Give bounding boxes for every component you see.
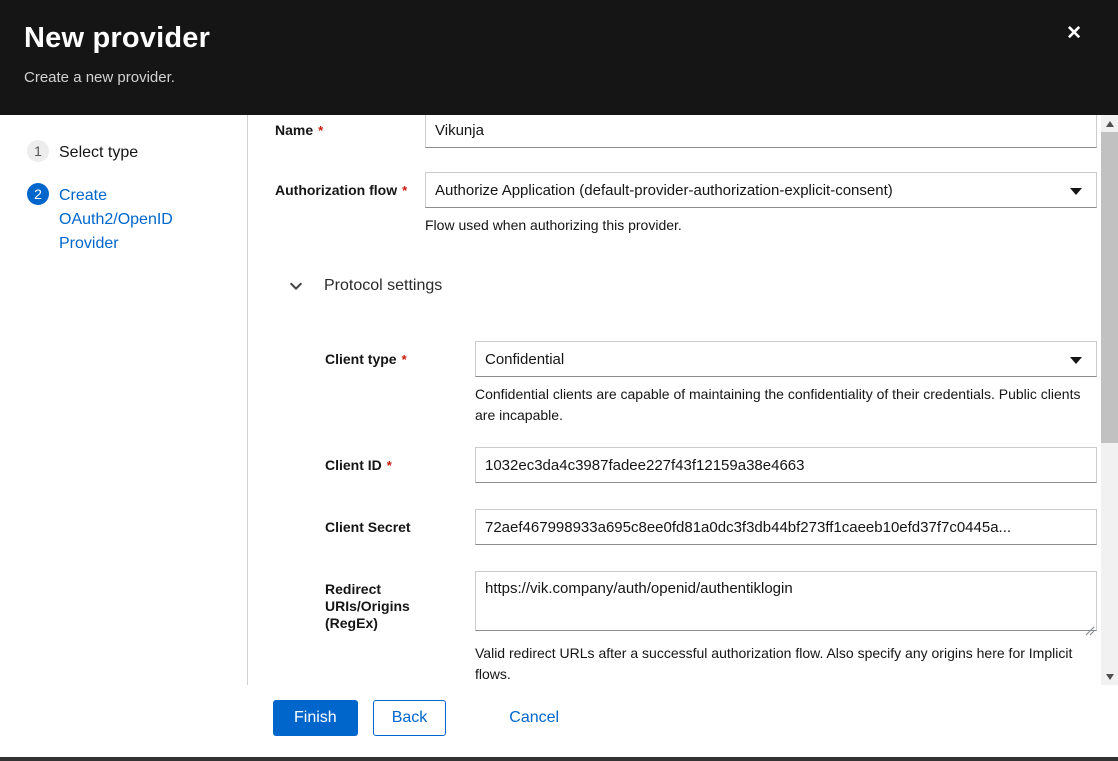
client-type-row: Client type* Confidential Confidential c… bbox=[325, 341, 1097, 426]
caret-down-icon bbox=[1070, 357, 1082, 364]
wizard-step-label: Create OAuth2/OpenID Provider bbox=[59, 183, 184, 256]
client-secret-label: Client Secret bbox=[325, 509, 475, 536]
name-row: Name* bbox=[275, 115, 1097, 148]
close-button[interactable]: ✕ bbox=[1066, 24, 1082, 43]
authorization-flow-value: Authorize Application (default-provider-… bbox=[435, 182, 893, 199]
redirect-uris-textarea[interactable]: https://vik.company/auth/openid/authenti… bbox=[475, 571, 1097, 631]
redirect-uris-row: Redirect URIs/Origins (RegEx) https://vi… bbox=[325, 571, 1097, 685]
scroll-up-icon bbox=[1106, 121, 1114, 127]
modal-header: New provider Create a new provider. ✕ bbox=[0, 0, 1118, 115]
client-secret-input[interactable] bbox=[475, 509, 1097, 545]
scrollbar-thumb[interactable] bbox=[1101, 132, 1118, 443]
redirect-uris-label: Redirect URIs/Origins (RegEx) bbox=[325, 571, 475, 632]
client-type-helper: Confidential clients are capable of main… bbox=[475, 384, 1097, 426]
step-number-badge: 1 bbox=[27, 140, 49, 162]
client-id-row: Client ID* bbox=[325, 447, 1097, 483]
provider-form: Name* Authorization flow* Authorize Appl… bbox=[275, 115, 1097, 685]
finish-button[interactable]: Finish bbox=[273, 700, 358, 736]
client-secret-row: Client Secret bbox=[325, 509, 1097, 545]
authorization-flow-helper: Flow used when authorizing this provider… bbox=[425, 215, 1097, 236]
cancel-button[interactable]: Cancel bbox=[509, 700, 559, 736]
required-marker: * bbox=[318, 123, 323, 138]
client-type-select[interactable]: Confidential bbox=[475, 341, 1097, 377]
scrollbar-down-button[interactable] bbox=[1101, 668, 1118, 685]
page-title: New provider bbox=[24, 22, 1094, 55]
scrollbar-up-button[interactable] bbox=[1101, 115, 1118, 132]
resize-grip-icon[interactable] bbox=[1085, 623, 1095, 633]
caret-down-icon bbox=[1070, 188, 1082, 195]
modal-footer: Finish Back Cancel bbox=[0, 685, 1118, 761]
back-button[interactable]: Back bbox=[373, 700, 447, 736]
required-marker: * bbox=[387, 458, 392, 473]
authorization-flow-row: Authorization flow* Authorize Applicatio… bbox=[275, 172, 1097, 236]
page-subtitle: Create a new provider. bbox=[24, 69, 1094, 86]
required-marker: * bbox=[402, 352, 407, 367]
wizard-main: Name* Authorization flow* Authorize Appl… bbox=[248, 115, 1118, 685]
step-number-badge: 2 bbox=[27, 183, 49, 205]
authorization-flow-label: Authorization flow* bbox=[275, 172, 425, 199]
close-icon: ✕ bbox=[1066, 23, 1082, 44]
wizard-step-select-type[interactable]: 1 Select type bbox=[27, 140, 184, 165]
wizard-step-create-provider[interactable]: 2 Create OAuth2/OpenID Provider bbox=[27, 183, 184, 256]
scroll-down-icon bbox=[1106, 674, 1114, 680]
protocol-settings-toggle[interactable]: Protocol settings bbox=[289, 275, 442, 297]
modal-body: 1 Select type 2 Create OAuth2/OpenID Pro… bbox=[0, 115, 1118, 685]
client-id-input[interactable] bbox=[475, 447, 1097, 483]
wizard-nav: 1 Select type 2 Create OAuth2/OpenID Pro… bbox=[0, 115, 248, 685]
wizard-step-label: Select type bbox=[59, 140, 184, 165]
name-input[interactable] bbox=[425, 115, 1097, 148]
name-label: Name* bbox=[275, 115, 425, 139]
protocol-settings-section: Client type* Confidential Confidential c… bbox=[325, 341, 1097, 685]
client-id-label: Client ID* bbox=[325, 447, 475, 474]
authorization-flow-select[interactable]: Authorize Application (default-provider-… bbox=[425, 172, 1097, 208]
required-marker: * bbox=[402, 183, 407, 198]
client-type-label: Client type* bbox=[325, 341, 475, 368]
client-type-value: Confidential bbox=[485, 351, 564, 368]
protocol-settings-title: Protocol settings bbox=[324, 277, 442, 295]
new-provider-modal: New provider Create a new provider. ✕ 1 … bbox=[0, 0, 1118, 761]
vertical-scrollbar[interactable] bbox=[1101, 115, 1118, 685]
redirect-uris-helper: Valid redirect URLs after a successful a… bbox=[475, 643, 1097, 685]
chevron-down-icon bbox=[289, 279, 303, 293]
